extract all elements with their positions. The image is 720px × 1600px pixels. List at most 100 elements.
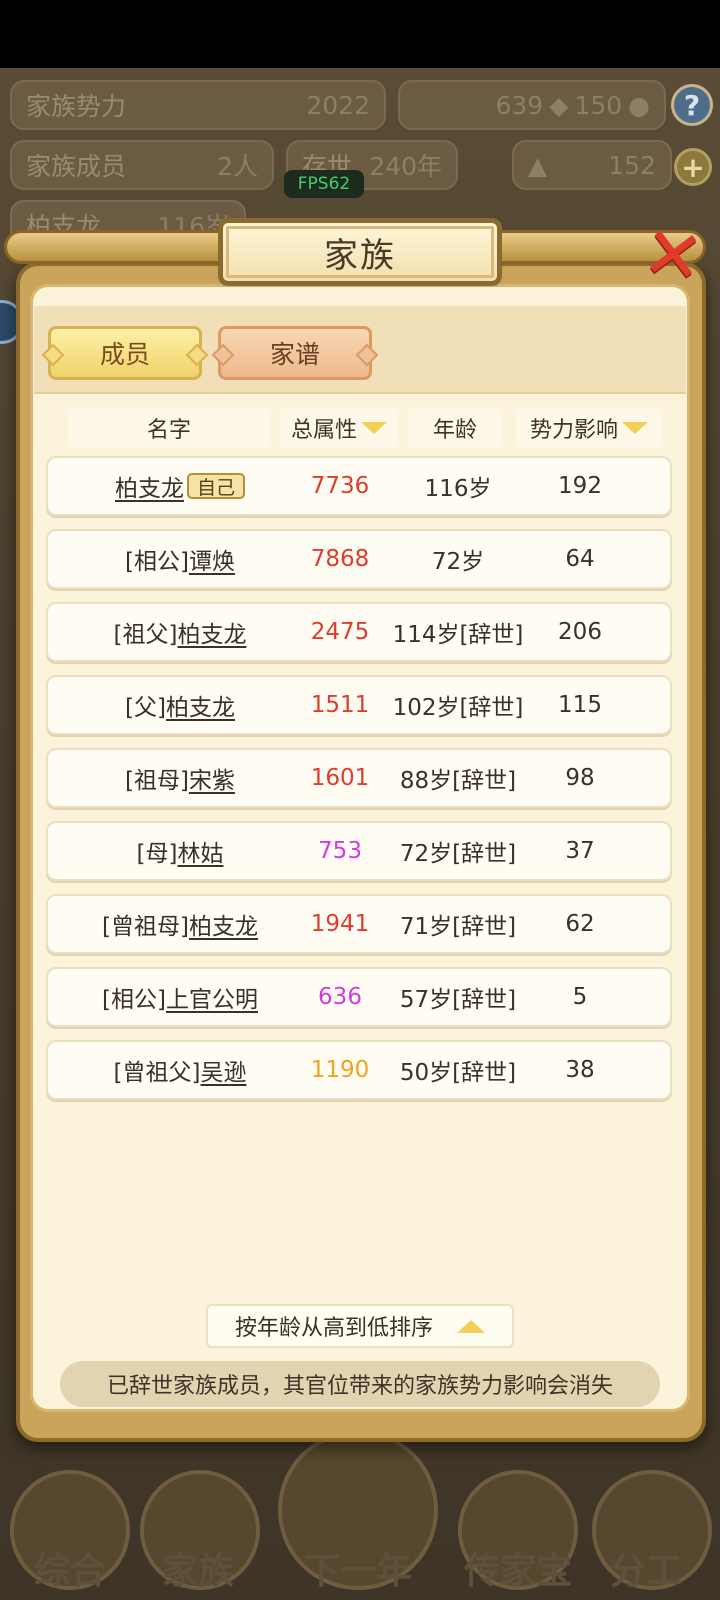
add-gold-button[interactable]: + [674,148,712,186]
member-name-link[interactable]: 柏支龙 [166,688,235,722]
nav-label-next-year: 下一年 [303,1551,412,1592]
family-members-pill: 家族成员 2人 [10,140,274,190]
member-relation: [曾祖母] [102,914,189,940]
fps-counter: FPS62 [284,170,364,198]
nav-label-division: 分工 [609,1551,682,1592]
currency-pill: 639 ◆ 150 ● [398,80,666,130]
member-row[interactable]: [父] 柏支龙 1511 102岁[辞世] 115 [46,675,672,735]
member-name-link[interactable]: 谭焕 [189,542,235,576]
member-age: 50岁[辞世] [399,1060,517,1086]
silver-icon: ◆ [549,90,569,120]
member-influence: 98 [565,765,595,791]
coin-icon: ● [628,90,650,120]
member-list: 柏支龙 自己 7736 116岁 192 [相公] 谭焕 7868 72岁 64 [祖父] 柏支龙 24… [46,456,672,1113]
nav-label-heirloom: 传家宝 [463,1551,572,1592]
tab-genealogy[interactable]: 家谱 [218,326,372,380]
member-row[interactable]: [曾祖父] 吴逊 1190 50岁[辞世] 38 [46,1040,672,1100]
existence-value: 240年 [369,152,442,181]
member-name-cell: [祖母] 宋紫 [48,750,312,806]
member-name-cell: [母] 林姑 [48,823,312,879]
member-age: 57岁[辞世] [399,987,517,1013]
member-age: 116岁 [424,476,492,502]
member-relation: [母] [136,841,178,867]
member-name-cell: 柏支龙 自己 [48,458,312,514]
member-influence: 206 [558,619,602,645]
member-name-link[interactable]: 林姑 [177,834,223,868]
member-age: 114岁[辞世] [392,622,524,648]
member-age: 88岁[辞世] [399,768,517,794]
footnote: 已辞世家族成员，其官位带来的家族势力影响会消失 [60,1361,660,1407]
title-wing-left [4,230,234,264]
column-header-total-attr[interactable]: 总属性 [280,408,398,448]
member-influence: 38 [565,1057,595,1083]
close-button[interactable]: ✕ [637,209,708,301]
column-header-total-attr-label: 总属性 [290,418,357,443]
silver-value: 639 [495,90,544,120]
member-row[interactable]: [母] 林姑 753 72岁[辞世] 37 [46,821,672,881]
member-name-link[interactable]: 宋紫 [189,761,235,795]
member-influence: 5 [572,984,588,1010]
member-name-cell: [祖父] 柏支龙 [48,604,312,660]
member-age: 102岁[辞世] [392,695,524,721]
member-row[interactable]: [曾祖母] 柏支龙 1941 71岁[辞世] 62 [46,894,672,954]
member-total-attr: 1190 [310,1057,370,1083]
member-influence: 62 [565,911,595,937]
member-relation: [祖母] [125,768,189,794]
member-total-attr: 7736 [310,473,370,499]
member-name-cell: [相公] 上官公明 [48,969,312,1025]
member-total-attr: 1941 [310,911,370,937]
member-relation: [父] [125,695,166,721]
member-name-link[interactable]: 上官公明 [166,980,258,1014]
member-name-link[interactable]: 吴逊 [200,1053,246,1087]
member-influence: 115 [558,692,602,718]
dialog-title: 家族 [218,218,502,286]
member-influence: 37 [565,838,595,864]
member-total-attr: 2475 [310,619,370,645]
family-members-label: 家族成员 [26,152,127,181]
sort-down-icon [622,422,648,434]
member-relation: [相公] [125,549,189,575]
member-row[interactable]: 柏支龙 自己 7736 116岁 192 [46,456,672,516]
member-name-cell: [曾祖母] 柏支龙 [48,896,312,952]
member-name-cell: [父] 柏支龙 [48,677,312,733]
column-header-influence-label: 势力影响 [529,418,618,443]
member-row[interactable]: [相公] 上官公明 636 57岁[辞世] 5 [46,967,672,1027]
member-age: 72岁 [431,549,485,575]
member-influence: 64 [565,546,595,572]
sort-button[interactable]: 按年龄从高到低排序 [206,1304,514,1348]
member-row[interactable]: [祖父] 柏支龙 2475 114岁[辞世] 206 [46,602,672,662]
help-icon[interactable]: ? [671,84,713,126]
sort-down-icon [361,422,387,434]
nav-label-family: 家族 [161,1551,234,1592]
member-name-link[interactable]: 柏支龙 [189,907,258,941]
gold-value: 152 [608,150,656,180]
tab-members[interactable]: 成员 [48,326,202,380]
column-header-name: 名字 [68,408,270,448]
column-header-influence[interactable]: 势力影响 [516,408,662,448]
member-relation: [曾祖父] [113,1060,201,1086]
member-row[interactable]: [祖母] 宋紫 1601 88岁[辞世] 98 [46,748,672,808]
coin-value: 150 [574,90,623,120]
member-age: 71岁[辞世] [399,914,517,940]
member-row[interactable]: [相公] 谭焕 7868 72岁 64 [46,529,672,589]
member-age: 72岁[辞世] [399,841,517,867]
member-total-attr: 636 [318,984,362,1010]
member-total-attr: 7868 [310,546,370,572]
family-power-label: 家族势力 [26,92,127,121]
member-name-cell: [相公] 谭焕 [48,531,312,587]
member-name-link[interactable]: 柏支龙 [177,615,246,649]
member-influence: 192 [558,473,602,499]
nav-label-overview: 综合 [33,1551,106,1592]
self-badge: 自己 [186,473,245,499]
column-header-age-label: 年龄 [432,418,477,443]
family-members-value: 2人 [217,152,258,181]
member-name-link[interactable]: 柏支龙 [115,469,184,503]
member-name-cell: [曾祖父] 吴逊 [48,1042,312,1098]
gold-pill: ▲ 152 [512,140,672,190]
status-bar [0,0,720,68]
member-total-attr: 1601 [310,765,370,791]
sort-button-label: 按年龄从高到低排序 [234,1316,433,1341]
member-total-attr: 1511 [310,692,370,718]
gold-ingot-icon: ▲ [528,150,548,180]
close-icon: ✕ [637,209,709,301]
